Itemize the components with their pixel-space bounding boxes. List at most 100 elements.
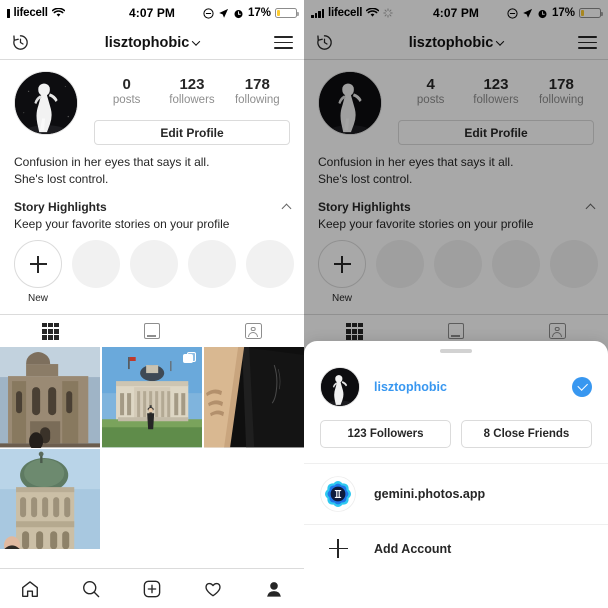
- close-friends-button[interactable]: 8 Close Friends: [461, 420, 592, 448]
- bio-line-2: She's lost control.: [318, 172, 413, 187]
- avatar-image: [321, 368, 359, 406]
- stat-following[interactable]: 178 following: [533, 76, 589, 108]
- battery-icon: [579, 7, 603, 19]
- status-bar: lifecell 4:07 PM 17%: [304, 0, 608, 26]
- highlight-placeholder[interactable]: [130, 240, 178, 304]
- carousel-icon: [183, 352, 197, 364]
- following-label: following: [538, 94, 584, 107]
- alarm-icon: [538, 9, 547, 18]
- current-account-row[interactable]: lisztophobic: [304, 353, 608, 407]
- bottom-nav-bar: [0, 568, 304, 608]
- story-highlights-row: New: [304, 231, 608, 304]
- profile-bio: Confusion in her eyes that says it all. …: [304, 145, 608, 188]
- grid-icon: [42, 322, 60, 340]
- profile-stats: 4 posts 123 followers 178 following: [398, 71, 594, 108]
- photo-cell[interactable]: [203, 347, 304, 448]
- tagged-tab[interactable]: [203, 315, 304, 347]
- highlight-placeholder[interactable]: [434, 240, 482, 304]
- clock-history-icon: [13, 35, 28, 50]
- followers-label: followers: [169, 94, 215, 107]
- profile-content: 0 posts 123 followers 178 following Edit…: [0, 60, 304, 608]
- status-right: 17%: [203, 7, 299, 19]
- add-account-row[interactable]: Add Account: [304, 525, 608, 572]
- posts-label: posts: [416, 94, 445, 107]
- edit-profile-button[interactable]: Edit Profile: [398, 120, 594, 146]
- hamburger-menu-icon: [274, 36, 293, 49]
- add-account-label: Add Account: [374, 541, 452, 556]
- photo-cathedral-dome: [0, 449, 101, 550]
- menu-button[interactable]: [274, 36, 293, 49]
- nav-bar: lisztophobic: [304, 26, 608, 60]
- highlight-placeholder[interactable]: [550, 240, 598, 304]
- story-highlights-subtitle: Keep your favorite stories on your profi…: [14, 217, 230, 232]
- nav-title-text: lisztophobic: [104, 34, 190, 51]
- highlight-new[interactable]: New: [318, 240, 366, 304]
- bio-line-1: Confusion in her eyes that says it all.: [14, 155, 210, 170]
- avatar-image: [319, 72, 381, 134]
- highlight-placeholder[interactable]: [188, 240, 236, 304]
- stat-followers[interactable]: 123 followers: [468, 76, 524, 108]
- profile-tab[interactable]: [243, 569, 304, 608]
- list-tab[interactable]: [101, 315, 202, 347]
- chevron-down-icon: [192, 36, 201, 46]
- battery-percent: 17%: [247, 7, 271, 19]
- highlight-new-label: New: [331, 293, 352, 305]
- followers-count: 123: [179, 76, 205, 93]
- home-tab[interactable]: [0, 569, 61, 608]
- avatar[interactable]: [318, 71, 382, 135]
- do-not-disturb-icon: [507, 7, 518, 19]
- account-row-gemini[interactable]: gemini.photos.app: [304, 464, 608, 524]
- archive-button[interactable]: [315, 33, 334, 52]
- profile-username-dropdown[interactable]: lisztophobic: [304, 35, 608, 51]
- edit-profile-button[interactable]: Edit Profile: [94, 120, 290, 146]
- chevron-up-icon[interactable]: [281, 203, 292, 214]
- archive-button[interactable]: [11, 33, 30, 52]
- add-post-tab[interactable]: [122, 569, 183, 608]
- highlight-placeholder[interactable]: [492, 240, 540, 304]
- story-highlights-title: Story Highlights: [318, 200, 411, 215]
- plus-icon: [29, 255, 47, 273]
- following-label: following: [234, 94, 280, 107]
- activity-heart-icon: [205, 582, 221, 596]
- account-label: gemini.photos.app: [374, 487, 486, 501]
- clock-history-icon: [317, 35, 332, 50]
- profile-username-dropdown[interactable]: lisztophobic: [0, 35, 304, 51]
- battery-icon: [275, 7, 299, 19]
- profile-tab-bar: [0, 314, 304, 347]
- stat-following[interactable]: 178 following: [229, 76, 285, 108]
- plus-icon: [328, 539, 348, 558]
- activity-tab[interactable]: [182, 569, 243, 608]
- search-tab[interactable]: [61, 569, 122, 608]
- highlight-new[interactable]: New: [14, 240, 62, 304]
- photo-cell[interactable]: [0, 347, 101, 448]
- nav-title-text: lisztophobic: [408, 34, 494, 51]
- highlight-placeholder[interactable]: [72, 240, 120, 304]
- account-switcher-sheet: lisztophobic 123 Followers 8 Close Frien…: [304, 341, 608, 608]
- gemini-avatar: [320, 476, 356, 512]
- followers-label: followers: [473, 94, 519, 107]
- posts-count: 0: [122, 76, 131, 93]
- posts-label: posts: [112, 94, 141, 107]
- followers-button[interactable]: 123 Followers: [320, 420, 451, 448]
- grid-tab[interactable]: [0, 315, 101, 347]
- search-icon: [83, 580, 100, 597]
- avatar[interactable]: [14, 71, 78, 135]
- status-right: 17%: [507, 7, 603, 19]
- chevron-down-icon: [496, 36, 505, 46]
- photo-cell[interactable]: [101, 347, 203, 448]
- photo-black-canvas: [203, 347, 304, 448]
- highlight-placeholder[interactable]: [376, 240, 424, 304]
- profile-stats-column: 0 posts 123 followers 178 following Edit…: [78, 71, 290, 146]
- highlight-placeholder[interactable]: [246, 240, 294, 304]
- selected-check-icon: [572, 377, 592, 397]
- chevron-up-icon[interactable]: [585, 203, 596, 214]
- menu-button[interactable]: [578, 36, 597, 49]
- stat-posts[interactable]: 0 posts: [99, 76, 155, 108]
- profile-icon: [266, 581, 281, 597]
- stat-followers[interactable]: 123 followers: [164, 76, 220, 108]
- stat-posts[interactable]: 4 posts: [403, 76, 459, 108]
- photo-cell[interactable]: [0, 449, 101, 550]
- phone-screen-left: lifecell 4:07 PM 17% lisztophobic 0 post…: [0, 0, 304, 608]
- story-highlights-title: Story Highlights: [14, 200, 107, 215]
- story-highlights-row: New: [0, 231, 304, 304]
